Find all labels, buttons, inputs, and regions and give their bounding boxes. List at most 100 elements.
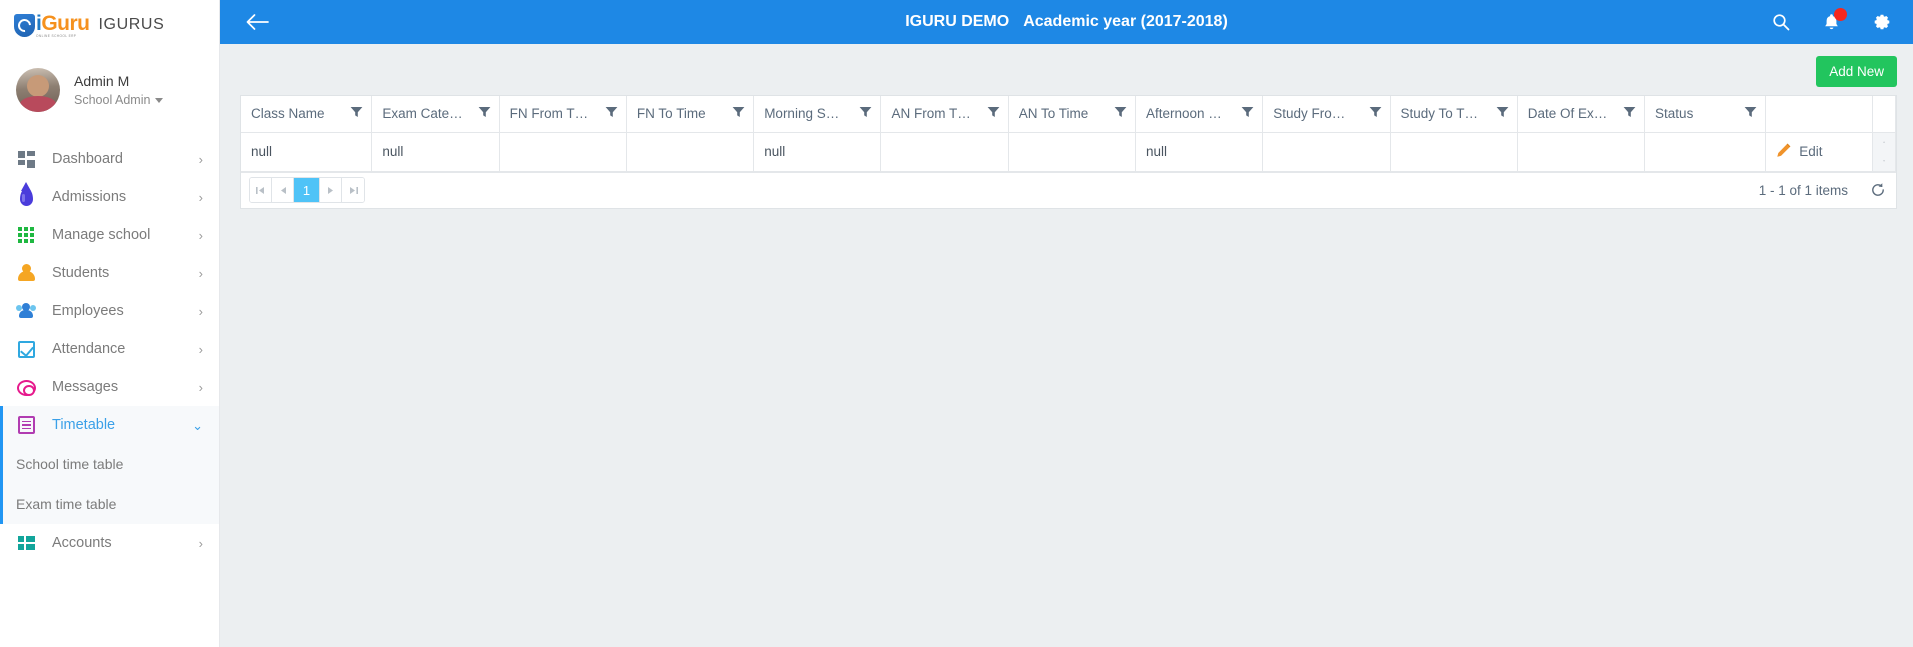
grid-column-header[interactable]: AN To Time <box>1008 96 1136 133</box>
grid-cell <box>626 132 755 172</box>
grid-column-header[interactable]: Status <box>1644 96 1767 133</box>
grid-column-header[interactable]: Study To T… <box>1390 96 1518 133</box>
funnel-icon[interactable] <box>1623 106 1636 121</box>
grid-action-cell[interactable]: Edit <box>1765 132 1873 172</box>
bell-icon[interactable] <box>1823 8 1847 31</box>
table-row: null null null null Edit <box>241 132 1897 172</box>
accounts-icon-wrap <box>16 535 36 551</box>
grid-column-header[interactable]: FN To Time <box>626 96 755 133</box>
topbar-academic-year: Academic year (2017-2018) <box>1023 13 1228 30</box>
sidebar-item-label: Students <box>52 265 110 281</box>
accounts-icon <box>17 535 35 551</box>
topbar: IGURU DEMO Academic year (2017-2018) <box>220 0 1913 44</box>
grid-column-label: FN To Time <box>636 106 706 122</box>
grid-column-header[interactable]: Morning S… <box>753 96 882 133</box>
grid-column-header[interactable]: AN From T… <box>880 96 1009 133</box>
triangle-down-icon[interactable] <box>1883 152 1885 171</box>
triangle-up-icon[interactable] <box>1883 133 1885 152</box>
grid-column-header[interactable]: Afternoon … <box>1135 96 1264 133</box>
page-next-button[interactable] <box>320 178 342 202</box>
pager-items-info: 1 - 1 of 1 items <box>1758 182 1848 198</box>
profile-role[interactable]: School Admin <box>74 93 164 107</box>
grid-cell <box>1262 132 1391 172</box>
funnel-icon[interactable] <box>1496 106 1509 121</box>
arrow-left-icon[interactable] <box>242 7 272 37</box>
funnel-icon[interactable] <box>987 106 1000 121</box>
funnel-icon[interactable] <box>1744 106 1757 121</box>
funnel-icon[interactable] <box>350 106 363 121</box>
page-prev-button[interactable] <box>272 178 294 202</box>
group-icon-wrap <box>16 303 36 319</box>
pager-buttons: 1 <box>249 177 365 203</box>
grid-column-label: Afternoon … <box>1145 106 1222 122</box>
topbar-demo-label: IGURU DEMO <box>905 13 1010 30</box>
notification-dot <box>1834 8 1847 21</box>
grid-cell: null <box>371 132 500 172</box>
grid-column-header[interactable]: Class Name <box>241 96 373 133</box>
funnel-icon[interactable] <box>732 106 745 121</box>
brand[interactable]: iGuru ONLINE SCHOOL ERP IGURUS <box>0 0 219 50</box>
refresh-icon[interactable] <box>1870 182 1886 198</box>
chevron-icon: › <box>198 227 203 243</box>
profile-name: Admin M <box>74 73 130 89</box>
sidebar-item-manage-school[interactable]: Manage school › <box>0 216 219 254</box>
gear-icon[interactable] <box>1873 13 1891 31</box>
page-last-button[interactable] <box>342 178 364 202</box>
app-name: IGURUS <box>98 16 165 33</box>
sidebar-item-admissions[interactable]: Admissions › <box>0 178 219 216</box>
grid-cell <box>1517 132 1646 172</box>
grid-column-header[interactable]: FN From T… <box>499 96 627 133</box>
grid-header-row: Class Name Exam Cate… FN From T… FN To Time… <box>241 96 1897 133</box>
pager: 1 1 - 1 of 1 items <box>241 171 1896 208</box>
funnel-icon[interactable] <box>1114 106 1127 121</box>
sidebar-item-students[interactable]: Students › <box>0 254 219 292</box>
funnel-icon[interactable] <box>1241 106 1254 121</box>
group-icon <box>16 303 36 319</box>
sidebar-item-accounts[interactable]: Accounts › <box>0 524 219 562</box>
grid-column-header[interactable] <box>1765 96 1873 133</box>
page-title: IGURU DEMO Academic year (2017-2018) <box>220 13 1913 31</box>
list-icon-wrap <box>16 416 36 434</box>
edit-button[interactable]: Edit <box>1776 143 1862 161</box>
funnel-icon[interactable] <box>1369 106 1382 121</box>
profile[interactable]: Admin M School Admin <box>0 50 219 130</box>
funnel-icon[interactable] <box>605 106 618 121</box>
grid-vertical-scrollbar[interactable] <box>1872 132 1897 172</box>
user-icon <box>18 264 35 282</box>
brand-wordmark: iGuru <box>36 13 90 34</box>
list-icon <box>17 416 35 434</box>
sidebar-item-messages[interactable]: Messages › <box>0 368 219 406</box>
funnel-icon[interactable] <box>859 106 872 121</box>
caret-down-icon <box>155 97 164 103</box>
grid-column-label: AN To Time <box>1018 106 1089 122</box>
grid-column-header[interactable]: Date Of Ex… <box>1517 96 1646 133</box>
sidebar-item-label: Attendance <box>52 341 126 357</box>
grid-column-header[interactable]: Study Fro… <box>1262 96 1391 133</box>
user-icon-wrap <box>16 264 36 282</box>
chevron-icon: › <box>198 535 203 551</box>
chevron-icon: › <box>198 151 203 167</box>
grid-column-label: Class Name <box>251 106 325 122</box>
chevron-icon: › <box>198 265 203 281</box>
sidebar-item-attendance[interactable]: Attendance › <box>0 330 219 368</box>
droplet-icon <box>19 182 33 206</box>
dashboard-icon-wrap <box>16 150 36 168</box>
sidebar-item-label: Employees <box>52 303 124 319</box>
sidebar-subitem-school-time-table[interactable]: School time table <box>0 444 219 484</box>
sidebar-item-label: Dashboard <box>52 151 123 167</box>
pencil-icon <box>1776 143 1791 161</box>
chat-icon <box>17 379 36 396</box>
search-icon[interactable] <box>1772 13 1790 31</box>
app-root: iGuru ONLINE SCHOOL ERP IGURUS Admin M S… <box>0 0 1913 647</box>
sidebar-item-dashboard[interactable]: Dashboard › <box>0 140 219 178</box>
sidebar-subitem-exam-time-table[interactable]: Exam time table <box>0 484 219 524</box>
add-new-button[interactable]: Add New <box>1816 56 1897 87</box>
sidebar-item-timetable[interactable]: Timetable ⌄ <box>0 406 219 444</box>
grid-column-header[interactable]: Exam Cate… <box>371 96 500 133</box>
sidebar: iGuru ONLINE SCHOOL ERP IGURUS Admin M S… <box>0 0 220 647</box>
page-number-button[interactable]: 1 <box>294 178 320 202</box>
sidebar-submenu: School time table Exam time table <box>0 444 219 524</box>
sidebar-item-employees[interactable]: Employees › <box>0 292 219 330</box>
page-first-button[interactable] <box>250 178 272 202</box>
funnel-icon[interactable] <box>478 106 491 121</box>
